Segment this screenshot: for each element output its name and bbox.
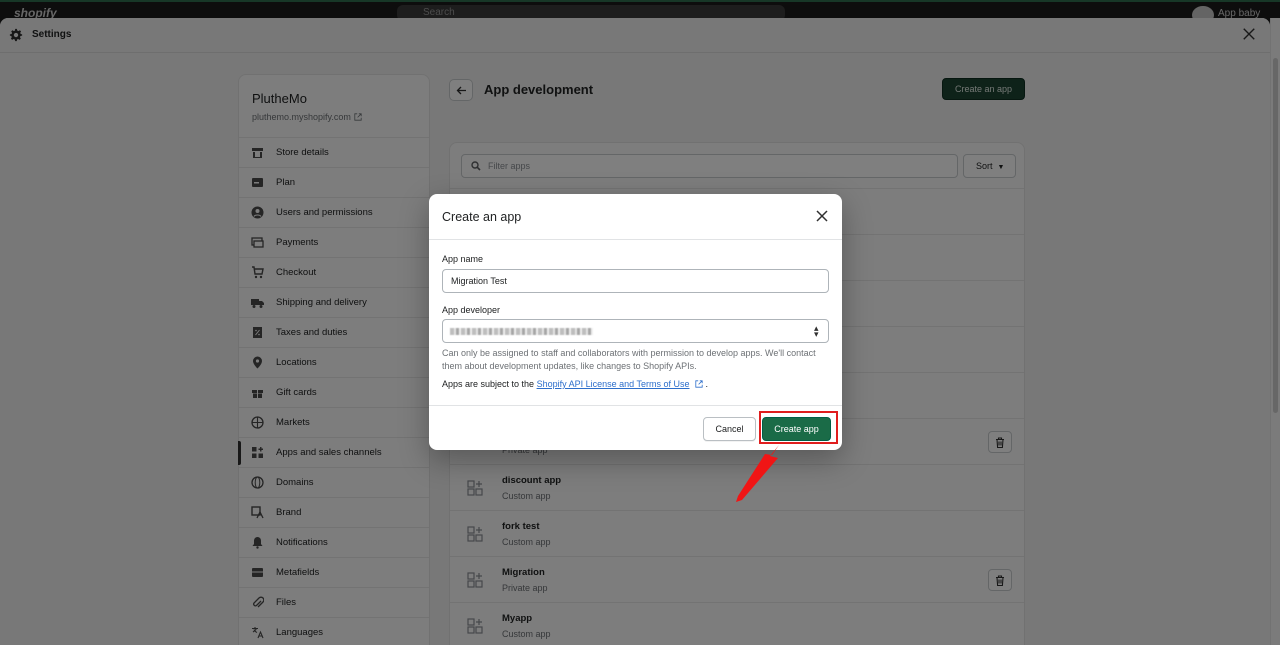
red-arrow-annotation [736, 445, 779, 502]
cancel-button[interactable]: Cancel [703, 417, 756, 441]
terms-prefix: Apps are subject to the [442, 379, 537, 389]
app-developer-select[interactable]: ▴ ▾ [442, 319, 829, 343]
developer-help-text: Can only be assigned to staff and collab… [442, 348, 816, 371]
app-name-label: App name [442, 254, 484, 264]
terms-suffix: . [703, 379, 709, 389]
select-arrows-icon: ▴ ▾ [814, 323, 819, 339]
terms-text: Apps are subject to the Shopify API Lice… [442, 379, 708, 389]
terms-link[interactable]: Shopify API License and Terms of Use [537, 379, 690, 389]
modal-title: Create an app [442, 210, 522, 224]
app-name-input[interactable] [442, 269, 829, 293]
close-icon[interactable] [814, 208, 830, 224]
modal-header: Create an app [429, 194, 842, 240]
app-developer-label: App developer [442, 305, 501, 315]
external-link-icon [695, 380, 703, 388]
redacted-developer-value [450, 328, 593, 335]
highlight-annotation [759, 411, 838, 444]
